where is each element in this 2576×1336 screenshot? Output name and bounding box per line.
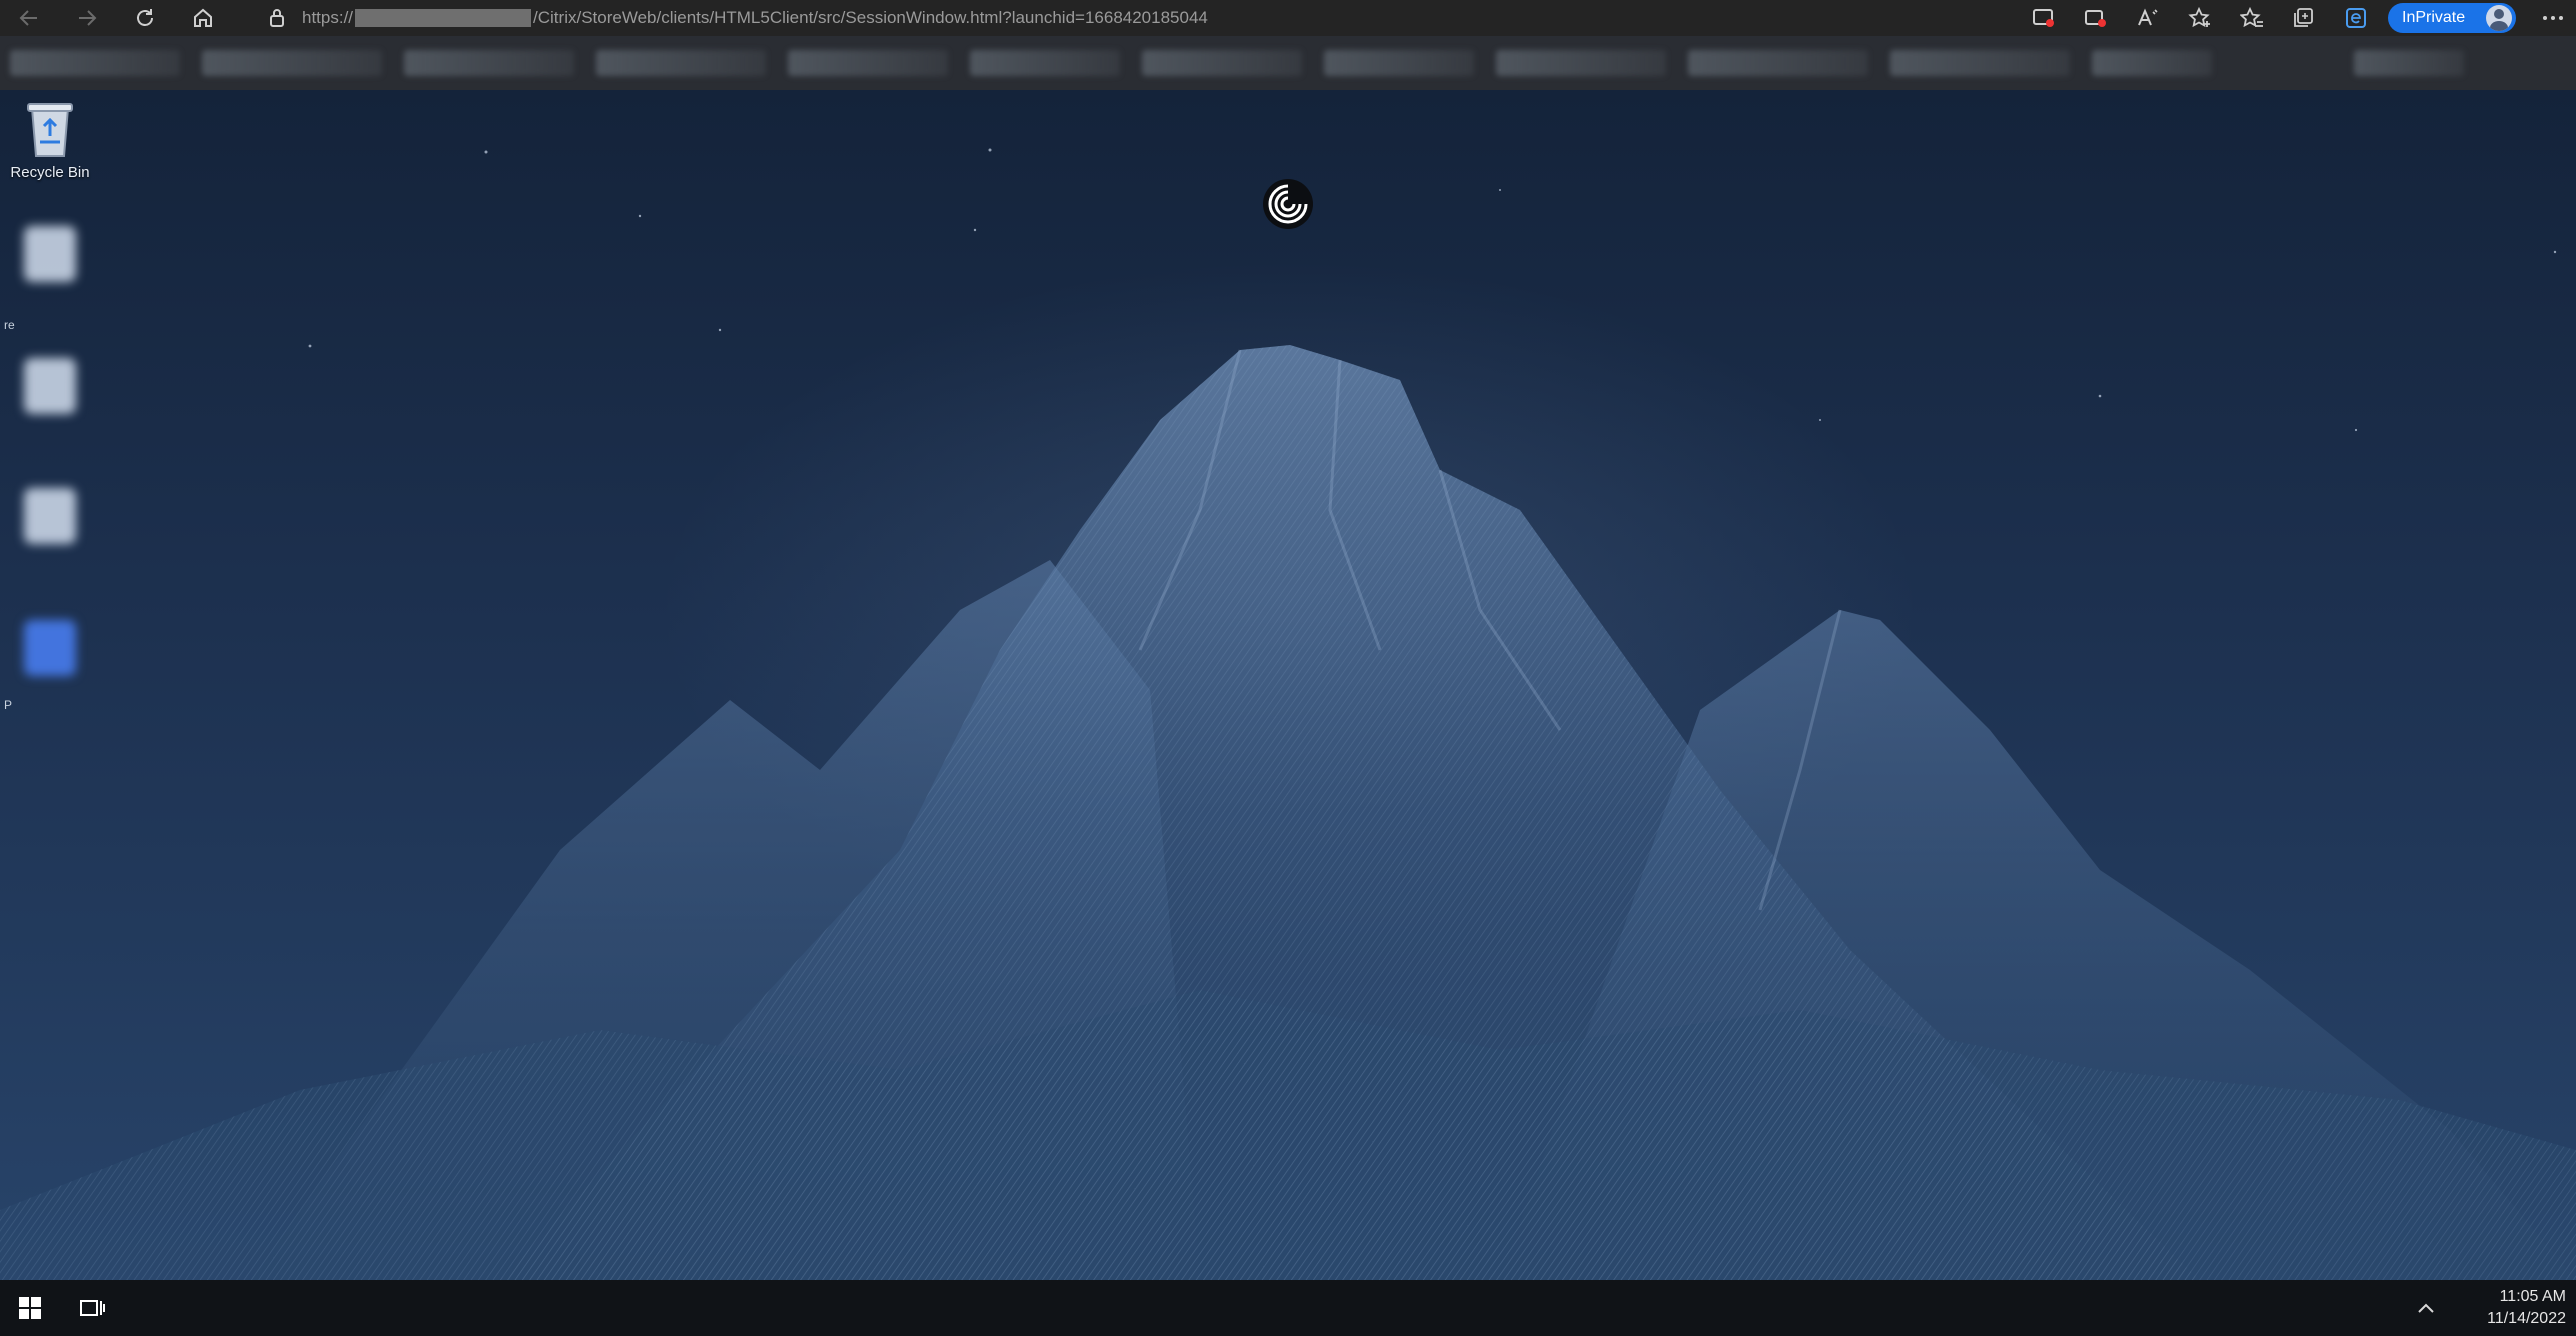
more-button[interactable] [2530,0,2576,36]
favorites-button[interactable] [2226,0,2278,36]
desktop-shortcut[interactable] [8,358,92,418]
favorite-item[interactable] [2092,50,2212,76]
desktop-shortcut[interactable] [8,488,92,548]
favorites-icon [2240,7,2263,28]
toolbar-right: InPrivate [2018,0,2576,36]
show-hidden-icons-button[interactable] [2396,1280,2456,1336]
recycle-bin-icon [27,103,73,157]
remote-desktop[interactable]: Recycle Bin re P [0,90,2576,1280]
browser-toolbar: https:// /Citrix/StoreWeb/clients/HTML5C… [0,0,2576,36]
favorite-item[interactable] [1142,50,1302,76]
favorite-item[interactable] [1890,50,2070,76]
favorite-item[interactable] [404,50,574,76]
blurred-app-icon [24,620,76,676]
url-path: /Citrix/StoreWeb/clients/HTML5Client/src… [533,8,1208,27]
favorite-item[interactable] [2354,50,2464,76]
favorite-item[interactable] [1688,50,1868,76]
profile-avatar-icon[interactable] [2486,5,2512,31]
task-view-button[interactable] [60,1280,124,1336]
refresh-icon [137,9,153,26]
favorites-bar [0,36,2576,90]
favorite-item[interactable] [788,50,948,76]
refresh-button[interactable] [116,0,174,36]
recycle-bin-label: Recycle Bin [10,164,90,181]
read-aloud-icon [2138,8,2158,26]
add-favorite-button[interactable] [2174,0,2226,36]
url-redacted-block [355,9,532,27]
edge-button[interactable] [2330,0,2382,36]
home-button[interactable] [174,0,232,36]
more-icon [2543,16,2563,20]
desktop-shortcut[interactable] [8,226,92,286]
clock-date: 11/14/2022 [2487,1310,2566,1327]
desktop-label-fragment: P [4,698,13,712]
inprivate-badge[interactable]: InPrivate [2388,3,2516,33]
mountain-wallpaper [0,148,2576,1280]
edge-icon [2346,8,2366,28]
recycle-bin-shortcut[interactable]: Recycle Bin [8,98,92,181]
favorite-item[interactable] [596,50,766,76]
inprivate-label: InPrivate [2402,9,2466,26]
url-prefix: https:// [302,8,354,27]
system-tray: 11:05 AM 11/14/2022 [2396,1280,2576,1336]
blurred-app-icon [24,488,76,544]
blurred-app-icon [24,358,76,414]
home-icon [194,8,212,27]
desktop-label-fragment: re [4,318,15,332]
screen-cast-icon [2033,9,2054,27]
chevron-up-icon [2418,1303,2434,1313]
blurred-app-icon [24,226,76,282]
favorite-item[interactable] [970,50,1120,76]
back-button[interactable] [0,0,58,36]
screen-cast-button[interactable] [2018,0,2070,36]
clock-time: 11:05 AM [2499,1288,2566,1305]
collections-icon [2294,8,2313,27]
start-button[interactable] [0,1280,60,1336]
camera-button[interactable] [2070,0,2122,36]
favorite-item[interactable] [202,50,382,76]
address-bar[interactable]: https:// /Citrix/StoreWeb/clients/HTML5C… [268,3,1668,33]
windows-logo-icon [19,1297,41,1319]
task-view-icon [80,1300,105,1316]
camera-icon [2085,10,2106,27]
taskbar: 11:05 AM 11/14/2022 [0,1280,2576,1336]
favorite-item[interactable] [1324,50,1474,76]
taskbar-clock[interactable]: 11:05 AM 11/14/2022 [2456,1280,2576,1336]
forward-icon [79,10,97,26]
back-icon [19,10,37,26]
add-favorite-icon [2188,7,2210,28]
collections-button[interactable] [2278,0,2330,36]
favorite-item[interactable] [1496,50,1666,76]
session-loading-spinner-icon [1263,179,1313,229]
read-aloud-button[interactable] [2122,0,2174,36]
favorite-item[interactable] [10,50,180,76]
forward-button[interactable] [58,0,116,36]
desktop-shortcut[interactable] [8,620,92,680]
lock-icon[interactable] [268,8,302,28]
